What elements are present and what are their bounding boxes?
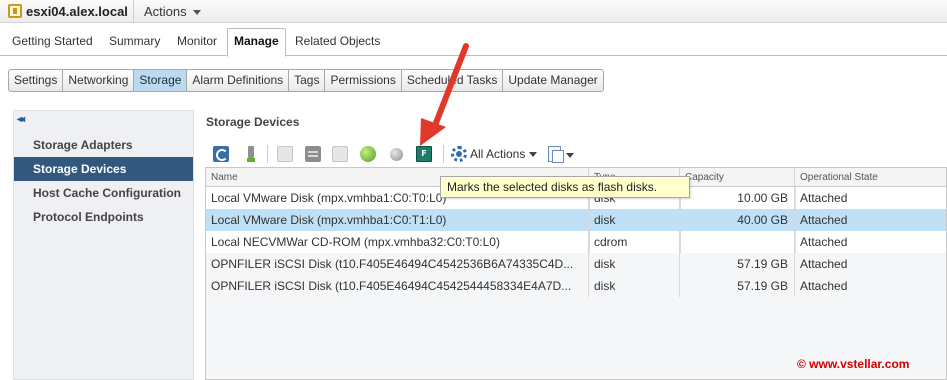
cell-type: disk [589, 275, 680, 297]
actions-menu[interactable]: Actions [144, 4, 201, 19]
chevron-down-icon[interactable] [566, 153, 574, 158]
table-row[interactable]: Local NECVMWar CD-ROM (mpx.vmhba32:C0:T0… [206, 231, 946, 253]
nav-item-storage-devices[interactable]: Storage Devices [14, 157, 193, 181]
cell-capacity: 57.19 GB [680, 253, 795, 275]
subtab-tags[interactable]: Tags [289, 70, 326, 91]
toolbar: F All Actions [201, 142, 947, 166]
nav-item-protocol-endpoints[interactable]: Protocol Endpoints [14, 205, 193, 229]
subtab-permissions[interactable]: Permissions [325, 70, 402, 91]
table-row[interactable]: OPNFILER iSCSI Disk (t10.F405E46494C4542… [206, 275, 946, 297]
turn-off-led-icon[interactable] [390, 148, 403, 161]
turn-on-led-icon[interactable] [360, 146, 376, 162]
rename-icon[interactable] [332, 146, 348, 162]
subtab-settings[interactable]: Settings [9, 70, 64, 91]
storage-nav-panel: ◂◂ Storage Adapters Storage Devices Host… [13, 110, 194, 380]
storage-devices-panel: Storage Devices F All Actions Name Type … [201, 110, 947, 380]
chevron-down-icon [529, 152, 538, 158]
cell-name: Local VMware Disk (mpx.vmhba1:C0:T1:L0) [206, 209, 589, 231]
tab-manage[interactable]: Manage [227, 28, 286, 57]
subtab-networking[interactable]: Networking [63, 70, 135, 91]
title-bar: esxi04.alex.local Actions [0, 0, 947, 23]
subtab-scheduled-tasks[interactable]: Scheduled Tasks [402, 70, 504, 91]
host-name: esxi04.alex.local [26, 4, 128, 19]
subtab-update-manager[interactable]: Update Manager [503, 70, 602, 91]
tab-monitor[interactable]: Monitor [177, 34, 217, 48]
cell-type: disk [589, 209, 680, 231]
nav-item-host-cache-configuration[interactable]: Host Cache Configuration [14, 181, 193, 205]
copy-icon[interactable] [548, 146, 564, 163]
table-row-selected[interactable]: Local VMware Disk (mpx.vmhba1:C0:T1:L0) … [206, 209, 946, 231]
cell-state: Attached [800, 235, 848, 249]
mark-as-flash-tooltip: Marks the selected disks as flash disks. [440, 176, 690, 198]
actions-menu-label: Actions [144, 4, 187, 19]
cell-capacity: 57.19 GB [680, 275, 795, 297]
tab-summary[interactable]: Summary [109, 34, 160, 48]
table-row[interactable]: OPNFILER iSCSI Disk (t10.F405E46494C4542… [206, 253, 946, 275]
all-actions-menu[interactable]: All Actions [470, 147, 538, 161]
rescan-storage-icon[interactable] [247, 146, 255, 162]
cell-state: Attached [800, 213, 848, 227]
storage-devices-table: Name Type Capacity Operational State Loc… [205, 167, 947, 380]
column-header-operational-state[interactable]: Operational State [795, 168, 946, 187]
cell-name: OPNFILER iSCSI Disk (t10.F405E46494C4542… [206, 253, 589, 275]
cell-state: Attached [800, 279, 848, 293]
cell-name: Local NECVMWar CD-ROM (mpx.vmhba32:C0:T0… [206, 231, 589, 253]
cell-state: Attached [800, 257, 848, 271]
watermark: © www.vstellar.com [797, 357, 910, 371]
empty-row [206, 319, 946, 341]
gear-icon[interactable] [451, 146, 467, 162]
disk-icon[interactable] [305, 146, 321, 162]
cell-name: OPNFILER iSCSI Disk (t10.F405E46494C4542… [206, 275, 589, 297]
nav-item-storage-adapters[interactable]: Storage Adapters [14, 133, 193, 157]
chevron-down-icon [192, 10, 201, 16]
all-actions-label: All Actions [470, 147, 526, 161]
mark-as-flash-icon[interactable]: F [416, 146, 432, 162]
detach-icon[interactable] [277, 146, 293, 162]
subtab-alarm-definitions[interactable]: Alarm Definitions [187, 70, 290, 91]
cell-type: cdrom [589, 231, 680, 253]
cell-capacity [680, 231, 795, 253]
sub-tabs: Settings Networking Storage Alarm Defini… [8, 69, 604, 92]
collapse-icon[interactable]: ◂◂ [17, 114, 25, 125]
tab-getting-started[interactable]: Getting Started [12, 34, 93, 48]
cell-type: disk [589, 253, 680, 275]
subtab-storage[interactable]: Storage [134, 70, 188, 91]
title-divider [133, 0, 134, 23]
toolbar-divider [443, 145, 444, 163]
tab-related-objects[interactable]: Related Objects [295, 34, 380, 48]
panel-title: Storage Devices [206, 115, 300, 129]
cell-capacity: 10.00 GB [680, 187, 795, 209]
cell-capacity: 40.00 GB [680, 209, 795, 231]
cell-state: Attached [800, 191, 848, 205]
column-header-capacity[interactable]: Capacity [680, 168, 795, 187]
toolbar-divider [267, 145, 268, 163]
main-tabs: Getting Started Summary Monitor Manage R… [0, 24, 947, 57]
refresh-icon[interactable] [213, 146, 229, 162]
host-icon [8, 4, 22, 18]
empty-row [206, 297, 946, 319]
